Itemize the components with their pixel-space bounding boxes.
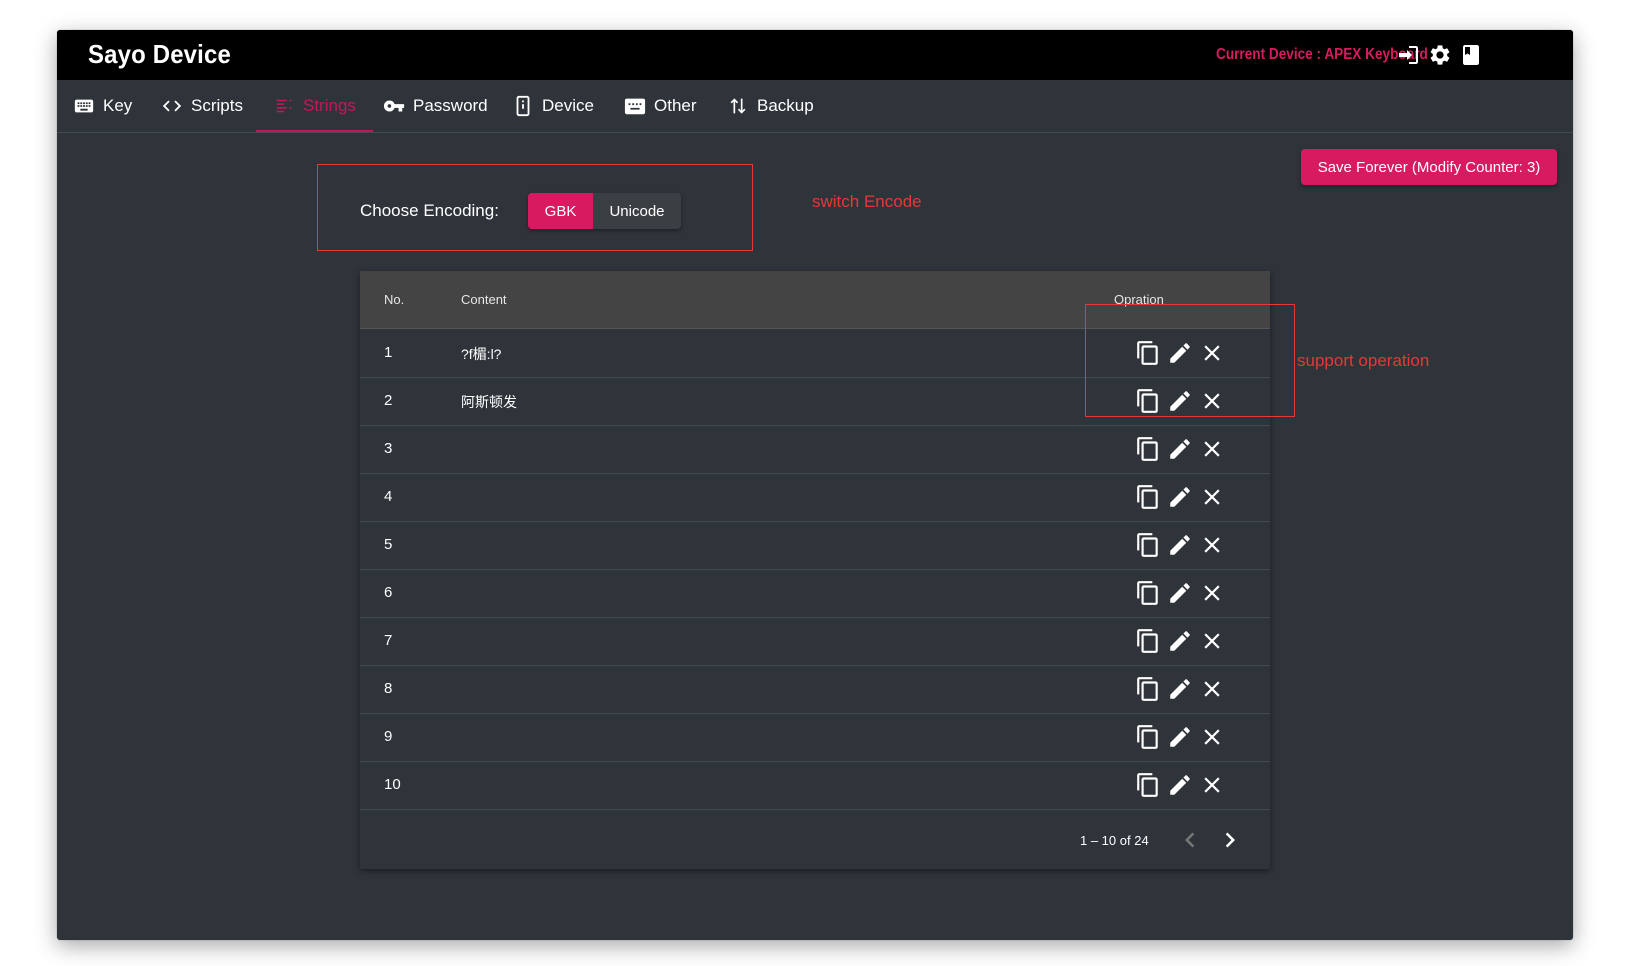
- row-number: 1: [384, 344, 393, 361]
- header-content: Content: [461, 292, 507, 307]
- copy-icon[interactable]: [1135, 628, 1161, 654]
- copy-icon[interactable]: [1135, 580, 1161, 606]
- row-operations: [1135, 676, 1231, 702]
- row-content: 阿斯顿发: [461, 394, 517, 410]
- row-number: 6: [384, 584, 393, 601]
- tab-label-password: Password: [413, 96, 488, 115]
- edit-icon[interactable]: [1167, 772, 1193, 798]
- copy-icon[interactable]: [1135, 436, 1161, 462]
- tab-strings[interactable]: Strings: [256, 80, 373, 132]
- edit-icon[interactable]: [1167, 628, 1193, 654]
- table-row: 8: [360, 665, 1270, 714]
- copy-icon[interactable]: [1135, 484, 1161, 510]
- copy-icon[interactable]: [1135, 676, 1161, 702]
- encoding-gbk-button[interactable]: GBK: [528, 193, 593, 229]
- row-operations: [1135, 628, 1231, 654]
- chevron-right-icon: [1225, 832, 1235, 848]
- close-icon[interactable]: [1199, 772, 1225, 798]
- edit-icon[interactable]: [1167, 436, 1193, 462]
- app-title: Sayo Device: [88, 39, 231, 69]
- tab-other[interactable]: Other: [624, 80, 697, 132]
- table-row: 3: [360, 425, 1270, 474]
- table-row: 7: [360, 617, 1270, 666]
- operation-highlight-box: [1085, 304, 1295, 417]
- previous-page-button[interactable]: [1175, 825, 1205, 855]
- row-number: 7: [384, 632, 393, 649]
- swap-vertical-icon: [727, 95, 757, 117]
- tab-device[interactable]: Device: [512, 80, 594, 132]
- keyboard-icon: [73, 95, 103, 117]
- tab-label-backup: Backup: [757, 96, 814, 115]
- key-icon: [383, 95, 413, 117]
- tab-password[interactable]: Password: [383, 80, 488, 132]
- table-row: 10: [360, 761, 1270, 810]
- row-operations: [1135, 580, 1231, 606]
- close-icon[interactable]: [1199, 484, 1225, 510]
- gear-icon[interactable]: [1428, 43, 1452, 67]
- copy-icon[interactable]: [1135, 532, 1161, 558]
- table-row: 6: [360, 569, 1270, 618]
- row-number: 8: [384, 680, 393, 697]
- close-icon[interactable]: [1199, 676, 1225, 702]
- edit-icon[interactable]: [1167, 484, 1193, 510]
- close-icon[interactable]: [1199, 724, 1225, 750]
- edit-icon[interactable]: [1167, 580, 1193, 606]
- close-icon[interactable]: [1199, 532, 1225, 558]
- row-number: 5: [384, 536, 393, 553]
- copy-icon[interactable]: [1135, 772, 1161, 798]
- edit-icon[interactable]: [1167, 724, 1193, 750]
- tab-label-strings: Strings: [303, 96, 356, 115]
- row-operations: [1135, 484, 1231, 510]
- close-icon[interactable]: [1199, 628, 1225, 654]
- row-number: 10: [384, 776, 401, 793]
- device-icon: [512, 95, 542, 117]
- next-page-button[interactable]: [1215, 825, 1245, 855]
- close-icon[interactable]: [1199, 580, 1225, 606]
- row-operations: [1135, 724, 1231, 750]
- pagination-range: 1 – 10 of 24: [1080, 833, 1149, 848]
- tab-label-device: Device: [542, 96, 594, 115]
- tab-scripts[interactable]: Scripts: [161, 80, 243, 132]
- row-operations: [1135, 532, 1231, 558]
- list-icon: [273, 95, 303, 117]
- encoding-label: Choose Encoding:: [360, 201, 499, 220]
- table-row: 5: [360, 521, 1270, 570]
- row-operations: [1135, 436, 1231, 462]
- row-number: 3: [384, 440, 393, 457]
- row-number: 4: [384, 488, 393, 505]
- edit-icon[interactable]: [1167, 676, 1193, 702]
- chevron-left-icon: [1185, 832, 1195, 848]
- switch-encode-annotation: switch Encode: [812, 192, 922, 211]
- save-forever-button[interactable]: Save Forever (Modify Counter: 3): [1301, 149, 1557, 185]
- tab-label-key: Key: [103, 96, 133, 115]
- tab-label-scripts: Scripts: [191, 96, 243, 115]
- title-bar: Sayo Device Current Device : APEX Keyboa…: [57, 30, 1573, 80]
- tab-key[interactable]: Key: [73, 80, 132, 132]
- row-operations: [1135, 772, 1231, 798]
- app-window: Sayo Device Current Device : APEX Keyboa…: [57, 30, 1573, 940]
- encoding-unicode-button[interactable]: Unicode: [593, 193, 681, 229]
- tab-backup[interactable]: Backup: [727, 80, 814, 132]
- close-icon[interactable]: [1199, 436, 1225, 462]
- row-content: ?f楣:l?: [461, 346, 502, 362]
- edit-icon[interactable]: [1167, 532, 1193, 558]
- table-row: 9: [360, 713, 1270, 762]
- copy-icon[interactable]: [1135, 724, 1161, 750]
- book-icon[interactable]: [1459, 43, 1483, 67]
- encoding-toggle-group: GBK Unicode: [528, 193, 681, 229]
- table-row: 4: [360, 473, 1270, 522]
- header-no: No.: [384, 292, 405, 307]
- support-operation-annotation: support operation: [1297, 351, 1430, 370]
- row-number: 2: [384, 392, 393, 409]
- row-number: 9: [384, 728, 393, 745]
- tab-label-other: Other: [654, 96, 697, 115]
- code-icon: [161, 95, 191, 117]
- login-icon[interactable]: [1397, 43, 1421, 67]
- keyboard-alt-icon: [624, 95, 654, 117]
- nav-tabs: Key Scripts Strings Password Device Othe…: [57, 80, 1573, 133]
